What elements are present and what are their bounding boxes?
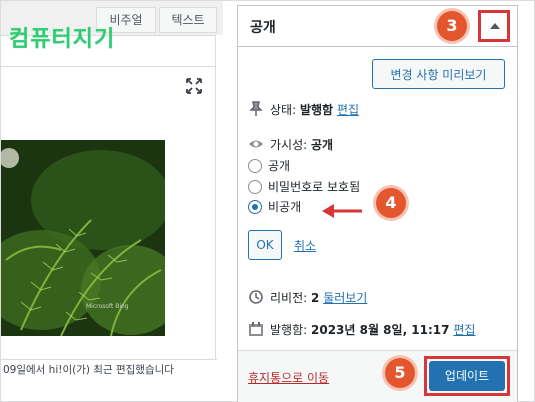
- arrow-left-icon: [322, 204, 362, 218]
- pin-icon: [249, 101, 263, 116]
- fullscreen-icon[interactable]: [186, 78, 202, 94]
- radio-password[interactable]: [248, 180, 262, 194]
- radio-private[interactable]: [248, 200, 262, 214]
- option-public[interactable]: 공개: [248, 157, 290, 175]
- caret-up-icon: [490, 23, 500, 29]
- visibility-label: 가시성:: [270, 138, 308, 152]
- visibility-row: 가시성: 공개: [248, 136, 333, 153]
- option-public-label: 공개: [268, 159, 291, 173]
- published-row: 발행함: 2023년 8월 8일, 11:17 편집: [248, 321, 475, 338]
- published-edit-link[interactable]: 편집: [453, 323, 475, 337]
- revisions-row: 리비전: 2 둘러보기: [248, 289, 367, 306]
- cancel-link[interactable]: 취소: [294, 237, 316, 254]
- calendar-icon: [249, 322, 263, 336]
- status-value: 발행함: [299, 103, 334, 117]
- screen-frame: 비주얼 텍스트 Microsoft Bing 컴퓨터지기 09일에서 hi!이(…: [0, 0, 535, 402]
- revisions-count: 2: [311, 291, 320, 305]
- image-watermark: Microsoft Bing: [86, 303, 129, 310]
- step-badge-5: 5: [385, 358, 415, 388]
- move-to-trash-link[interactable]: 휴지통으로 이동: [248, 369, 329, 386]
- editor-content[interactable]: Microsoft Bing: [1, 35, 216, 362]
- published-value: 2023년 8월 8일, 11:17: [311, 323, 450, 337]
- published-label: 발행함:: [270, 323, 308, 337]
- tab-text[interactable]: 텍스트: [159, 7, 217, 33]
- publish-footer: 휴지통으로 이동 업데이트: [238, 350, 517, 402]
- revisions-label: 리비전:: [270, 291, 308, 305]
- eye-icon: [249, 140, 263, 148]
- update-button[interactable]: 업데이트: [429, 361, 505, 391]
- radio-public[interactable]: [248, 159, 262, 173]
- visibility-value: 공개: [311, 138, 334, 152]
- revisions-browse-link[interactable]: 둘러보기: [323, 291, 367, 305]
- toggle-panel-button[interactable]: [478, 10, 510, 42]
- fern-image: Microsoft Bing: [1, 140, 165, 336]
- last-edited-status: 09일에서 hi!이(가) 최근 편집했습니다: [1, 359, 217, 382]
- publish-header: 공개: [238, 6, 517, 47]
- preview-changes-button[interactable]: 변경 사항 미리보기: [372, 59, 505, 89]
- option-password[interactable]: 비밀번호로 보호됨: [248, 178, 360, 196]
- step-badge-4: 4: [376, 188, 406, 218]
- status-row: 상태: 발행함 편집: [248, 101, 359, 118]
- site-logo: 컴퓨터지기: [9, 27, 116, 52]
- publish-title: 공개: [250, 20, 276, 36]
- option-private[interactable]: 비공개: [248, 198, 301, 216]
- history-icon: [249, 290, 263, 304]
- option-private-label: 비공개: [268, 200, 302, 214]
- option-password-label: 비밀번호로 보호됨: [268, 180, 361, 194]
- status-label: 상태:: [270, 103, 297, 117]
- status-edit-link[interactable]: 편집: [337, 103, 359, 117]
- update-highlight: 업데이트: [424, 356, 510, 396]
- step-badge-3: 3: [437, 11, 467, 41]
- ok-button[interactable]: OK: [248, 230, 282, 260]
